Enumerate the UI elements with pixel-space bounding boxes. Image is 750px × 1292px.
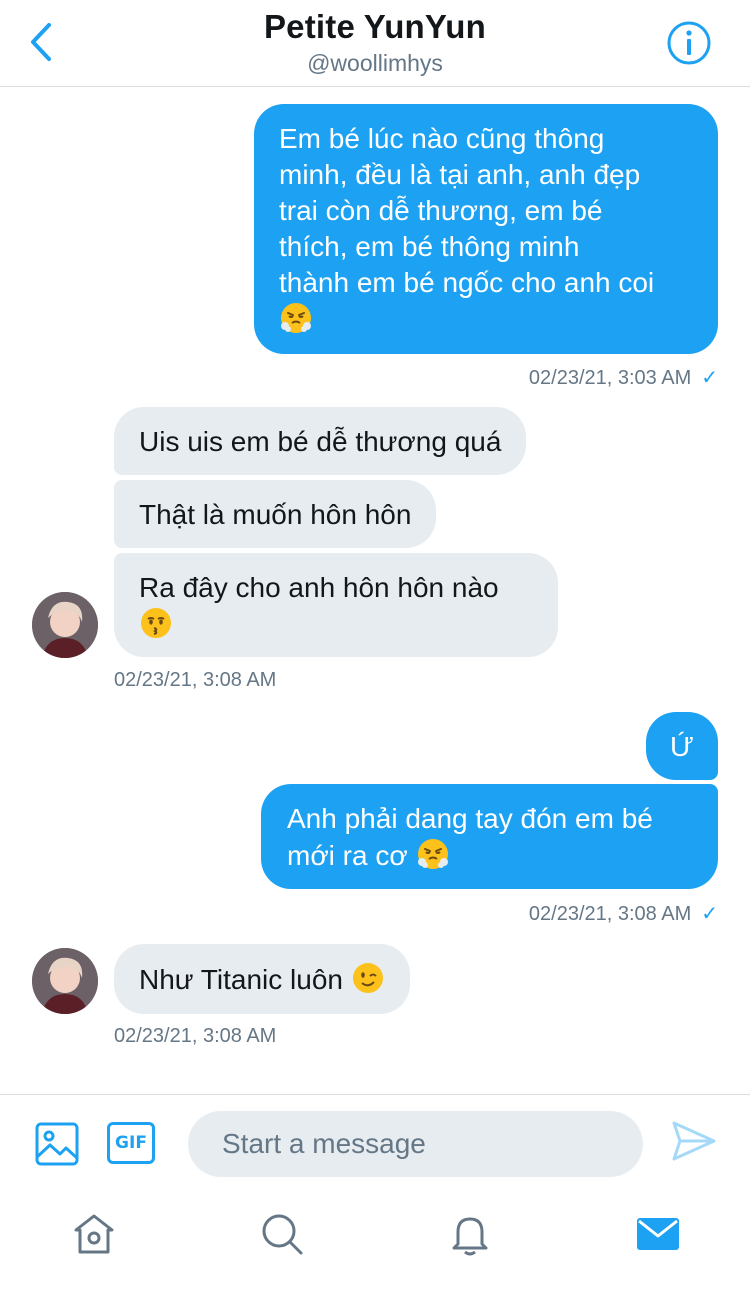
bell-icon xyxy=(452,1217,488,1256)
message-text: Thật là muốn hôn hôn xyxy=(139,499,412,530)
avatar[interactable] xyxy=(32,592,98,658)
send-button[interactable] xyxy=(670,1117,718,1165)
conversation-header: Petite YunYun @woollimhys xyxy=(0,0,750,87)
message-bubble-received[interactable]: Như Titanic luôn xyxy=(114,944,410,1014)
message-text: Như Titanic luôn xyxy=(139,964,343,995)
message-bubble-sent[interactable]: Anh phải dang tay đón em bé mới ra cơ xyxy=(261,784,718,889)
message-text: minh, đều là tại anh, anh đẹp xyxy=(279,159,641,190)
conversation-title[interactable]: Petite YunYun xyxy=(0,8,750,46)
conversation-handle: @woollimhys xyxy=(307,50,443,76)
mail-icon xyxy=(637,1218,679,1250)
search-icon xyxy=(262,1214,303,1255)
message-text: trai còn dễ thương, em bé xyxy=(279,195,603,226)
message-bubble-received[interactable]: Uis uis em bé dễ thương quá xyxy=(114,407,527,475)
tab-bar xyxy=(0,1192,750,1292)
info-button[interactable] xyxy=(666,20,712,66)
read-check-icon: ✓ xyxy=(701,903,718,925)
message-timestamp: 02/23/21, 3:08 AM xyxy=(114,1025,277,1047)
message-text: Em bé lúc nào cũng thông xyxy=(279,123,605,154)
message-bubble-received[interactable]: Ra đây cho anh hôn hôn nào xyxy=(114,553,558,657)
tab-home[interactable] xyxy=(70,1210,118,1258)
message-timestamp: 02/23/21, 3:08 AM xyxy=(114,669,277,691)
message-bubble-received[interactable]: Thật là muốn hôn hôn xyxy=(114,480,437,548)
message-text: Ra đây cho anh hôn hôn nào xyxy=(139,572,499,603)
message-bubble-sent[interactable]: Em bé lúc nào cũng thông minh, đều là tạ… xyxy=(254,104,718,354)
tab-search[interactable] xyxy=(258,1210,306,1258)
message-text: thích, em bé thông minh xyxy=(279,231,580,262)
triumph-face-emoji xyxy=(279,301,313,335)
message-input[interactable]: Start a message xyxy=(188,1111,643,1177)
message-text: Uis uis em bé dễ thương quá xyxy=(139,426,502,457)
triumph-face-emoji xyxy=(416,837,450,871)
message-timestamp: 02/23/21, 3:08 AM ✓ xyxy=(529,901,718,926)
tab-messages[interactable] xyxy=(634,1210,682,1258)
message-text: mới ra cơ xyxy=(287,840,408,871)
send-icon xyxy=(672,1121,716,1161)
timestamp-text: 02/23/21, 3:08 AM xyxy=(528,903,692,925)
add-media-button[interactable] xyxy=(34,1121,80,1167)
kissing-face-emoji xyxy=(139,606,173,640)
avatar[interactable] xyxy=(32,948,98,1014)
winking-face-emoji xyxy=(351,961,385,995)
image-icon xyxy=(35,1122,79,1166)
tab-notifications[interactable] xyxy=(446,1210,494,1258)
message-composer: GIF Start a message xyxy=(0,1094,750,1192)
message-bubble-sent[interactable]: Ứ xyxy=(646,712,718,780)
message-text: thành em bé ngốc cho anh coi xyxy=(279,267,655,298)
message-text: Anh phải dang tay đón em bé xyxy=(287,803,653,834)
info-icon xyxy=(667,21,711,65)
message-timestamp: 02/23/21, 3:03 AM ✓ xyxy=(529,365,718,390)
home-icon xyxy=(74,1214,114,1254)
read-check-icon: ✓ xyxy=(701,367,718,389)
gif-button[interactable]: GIF xyxy=(107,1122,155,1164)
timestamp-text: 02/23/21, 3:03 AM xyxy=(528,367,692,389)
message-text: Ứ xyxy=(670,731,694,762)
